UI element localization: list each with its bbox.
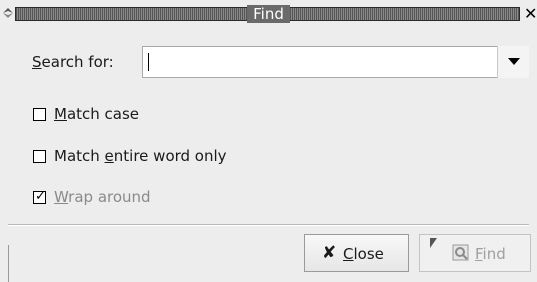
search-combobox[interactable] <box>142 46 529 78</box>
default-button-corner <box>430 238 437 248</box>
find-dialog: Find ✕ Search for: Match case Match enti… <box>0 0 537 282</box>
text-caret <box>148 53 149 71</box>
button-separator <box>8 224 529 226</box>
chevron-down-icon <box>508 58 520 65</box>
wrap-around-checkbox[interactable]: ✓ <box>33 189 46 204</box>
match-case-checkbox[interactable] <box>33 108 46 121</box>
search-label: Search for: <box>32 53 114 71</box>
find-icon <box>452 244 469 261</box>
find-button-label: Find <box>475 245 506 263</box>
close-button[interactable]: ✘ Close <box>304 234 409 272</box>
match-entire-word-checkbox[interactable] <box>33 150 46 163</box>
close-icon: ✘ <box>322 243 337 263</box>
search-input[interactable] <box>145 49 503 75</box>
title-bar[interactable]: Find ✕ <box>0 0 537 28</box>
find-button[interactable]: Find <box>419 234 531 272</box>
wrap-around-label[interactable]: Wrap around <box>54 187 151 207</box>
search-history-dropdown-button[interactable] <box>497 46 529 78</box>
checkmark-icon: ✓ <box>35 189 46 204</box>
window-title: Find <box>0 4 537 24</box>
window-close-icon[interactable]: ✕ <box>524 4 537 24</box>
close-button-label: Close <box>343 245 384 263</box>
match-entire-word-label[interactable]: Match entire word only <box>54 146 227 166</box>
frame-edge <box>8 245 9 282</box>
match-case-label[interactable]: Match case <box>54 104 139 124</box>
